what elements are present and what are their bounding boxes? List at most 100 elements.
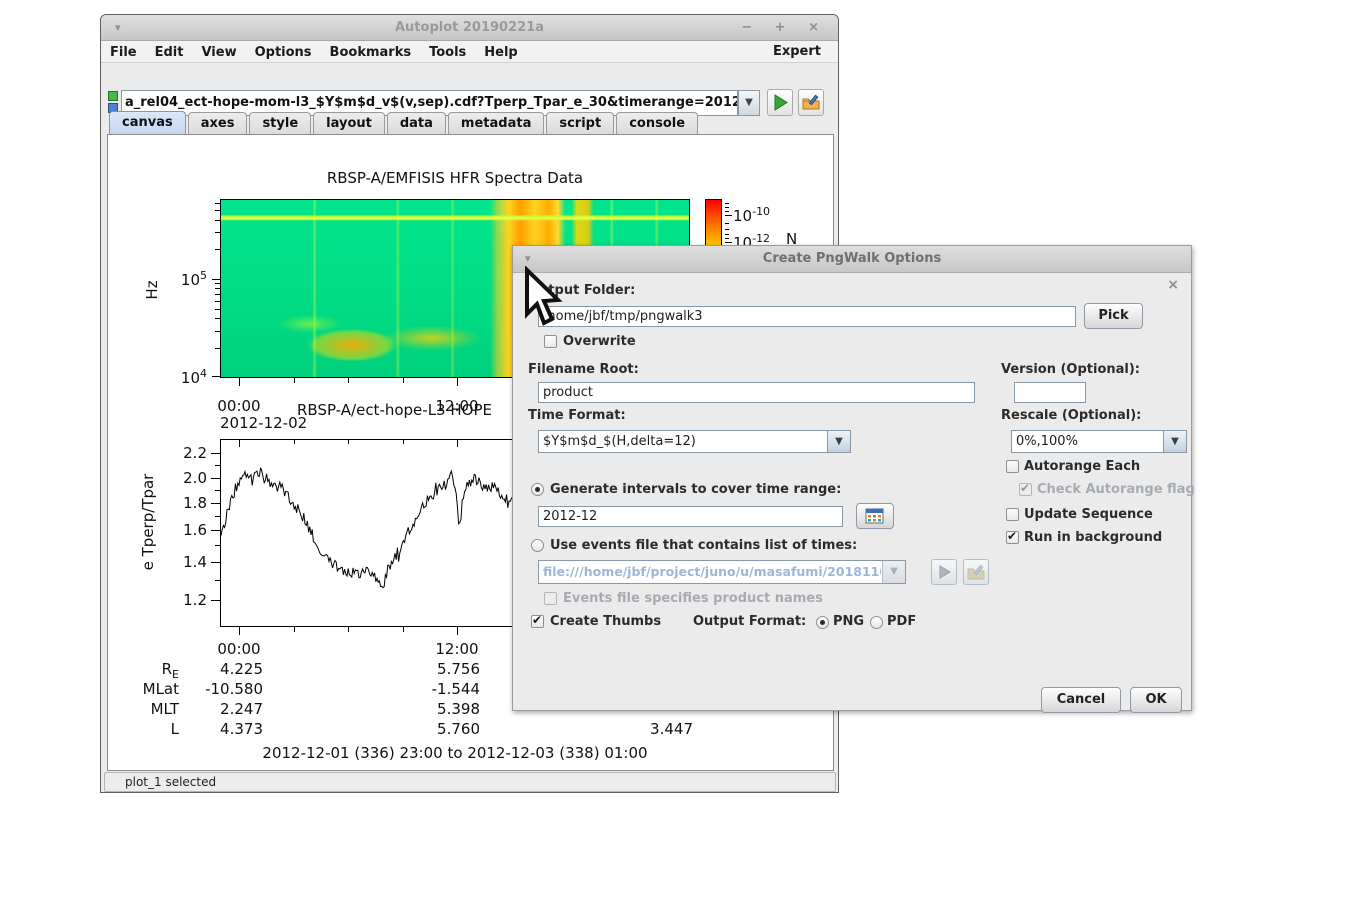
rescale-combo[interactable]: 0%,100% ▼ — [1011, 430, 1187, 453]
tab-axes[interactable]: axes — [188, 112, 248, 134]
ytick-1-4: 1.4 — [168, 553, 207, 571]
events-file-label[interactable]: Use events file that contains list of ti… — [550, 538, 857, 553]
rescale-dropdown-icon[interactable]: ▼ — [1163, 431, 1186, 452]
menu-options[interactable]: Options — [246, 42, 321, 63]
axis-tick — [211, 503, 220, 504]
lineplot-ylabel: e Tperp/Tpar — [139, 442, 157, 602]
table-mlat-v1: -10.580 — [193, 680, 263, 698]
table-row-label-mlt: MLT — [108, 700, 179, 718]
axis-tick — [294, 627, 295, 632]
menu-file[interactable]: File — [101, 42, 146, 63]
folder-edit-icon-disabled — [964, 560, 988, 584]
expert-menu[interactable]: Expert — [764, 41, 830, 62]
update-sequence-label[interactable]: Update Sequence — [1024, 507, 1153, 522]
window-controls[interactable]: − + × — [741, 15, 828, 41]
menu-tools[interactable]: Tools — [420, 42, 475, 63]
pdf-label[interactable]: PDF — [887, 614, 916, 629]
radio-dot — [535, 487, 540, 492]
axis-tick — [211, 453, 220, 454]
axis-tick — [725, 234, 729, 235]
png-radio[interactable] — [816, 616, 829, 629]
table-re-v2: 5.756 — [410, 660, 480, 678]
axis-tick — [215, 348, 220, 349]
axis-tick — [212, 279, 220, 280]
tab-console[interactable]: console — [616, 112, 698, 134]
window-titlebar[interactable]: ▾ Autoplot 20190221a − + × — [101, 15, 838, 41]
generate-intervals-radio[interactable] — [531, 483, 544, 496]
run-background-label[interactable]: Run in background — [1024, 530, 1162, 545]
version-input[interactable] — [1014, 382, 1086, 403]
axis-tick — [215, 283, 220, 284]
tab-script[interactable]: script — [546, 112, 614, 134]
update-sequence-checkbox[interactable] — [1006, 508, 1019, 521]
table-mlt-v1: 2.247 — [193, 700, 263, 718]
time-format-dropdown-icon[interactable]: ▼ — [827, 431, 850, 452]
filename-root-input[interactable]: product — [538, 382, 975, 403]
menu-bookmarks[interactable]: Bookmarks — [321, 42, 421, 63]
axis-tick — [348, 378, 349, 383]
axis-tick — [348, 627, 349, 632]
inspect-folder-button[interactable] — [798, 89, 824, 116]
mouse-cursor — [521, 266, 577, 330]
tab-data[interactable]: data — [387, 112, 446, 134]
pdf-radio[interactable] — [870, 616, 883, 629]
png-label[interactable]: PNG — [833, 614, 864, 629]
spectrogram-ylabel: Hz — [143, 260, 161, 320]
dialog-titlebar[interactable]: ▾ Create PngWalk Options × — [513, 246, 1191, 273]
check-icon: ✔ — [1007, 529, 1017, 543]
time-format-label: Time Format: — [528, 408, 626, 423]
axis-tick — [725, 223, 729, 224]
create-thumbs-checkbox[interactable]: ✔ — [531, 615, 544, 628]
events-file-radio[interactable] — [531, 539, 544, 552]
datasource-green-icon[interactable] — [108, 91, 118, 101]
tab-layout[interactable]: layout — [313, 112, 385, 134]
overwrite-checkbox[interactable] — [544, 335, 557, 348]
axis-tick — [403, 440, 404, 444]
spec-date-label: 2012-12-02 — [220, 414, 307, 432]
axis-tick — [457, 378, 458, 386]
rescale-label: Rescale (Optional): — [1001, 408, 1141, 423]
spec-ytick-1e5: 105 — [163, 269, 207, 289]
menu-edit[interactable]: Edit — [146, 42, 193, 63]
window-shade-icon[interactable]: ▾ — [115, 15, 121, 41]
tab-metadata[interactable]: metadata — [448, 112, 544, 134]
calendar-button[interactable] — [856, 503, 894, 529]
axis-tick — [215, 545, 220, 546]
window-title: Autoplot 20190221a — [101, 15, 838, 41]
menu-view[interactable]: View — [192, 42, 245, 63]
axis-tick — [239, 378, 240, 386]
dialog-title: Create PngWalk Options — [513, 246, 1191, 272]
check-icon: ✔ — [1020, 481, 1030, 495]
axis-tick — [215, 220, 220, 221]
ok-button[interactable]: OK — [1130, 687, 1182, 713]
go-play-button[interactable] — [767, 89, 793, 116]
cancel-button[interactable]: Cancel — [1041, 687, 1121, 713]
axis-tick — [215, 210, 220, 211]
menu-help[interactable]: Help — [475, 42, 526, 63]
axis-tick — [403, 627, 404, 632]
table-l-v1: 4.373 — [193, 720, 263, 738]
overwrite-label[interactable]: Overwrite — [563, 334, 636, 349]
pick-button[interactable]: Pick — [1084, 303, 1143, 329]
generate-intervals-label[interactable]: Generate intervals to cover time range: — [550, 482, 841, 497]
radio-dot — [820, 620, 825, 625]
calendar-icon — [865, 507, 885, 525]
ytick-2-2: 2.2 — [168, 444, 207, 462]
run-background-checkbox[interactable]: ✔ — [1006, 531, 1019, 544]
screenshot-stage: ▾ Autoplot 20190221a − + × FileEditViewO… — [0, 0, 1345, 916]
time-format-combo[interactable]: $Y$m$d_$(H,delta=12) ▼ — [538, 430, 851, 453]
tab-canvas[interactable]: canvas — [109, 111, 186, 134]
time-range-label: 2012-12-01 (336) 23:00 to 2012-12-03 (33… — [255, 744, 655, 762]
autorange-each-label[interactable]: Autorange Each — [1024, 459, 1140, 474]
ytick-1-2: 1.2 — [168, 591, 207, 609]
timerange-input[interactable]: 2012-12 — [538, 506, 843, 527]
dialog-close-icon[interactable]: × — [1167, 272, 1179, 298]
tab-style[interactable]: style — [249, 112, 311, 134]
output-folder-input[interactable]: /home/jbf/tmp/pngwalk3 — [538, 306, 1076, 327]
pngwalk-options-dialog: ▾ Create PngWalk Options × Output Folder… — [512, 245, 1192, 711]
autorange-each-checkbox[interactable] — [1006, 460, 1019, 473]
uri-dropdown-button[interactable]: ▼ — [738, 90, 760, 116]
axis-tick — [725, 203, 729, 204]
axis-tick — [215, 232, 220, 233]
create-thumbs-label[interactable]: Create Thumbs — [550, 614, 661, 629]
